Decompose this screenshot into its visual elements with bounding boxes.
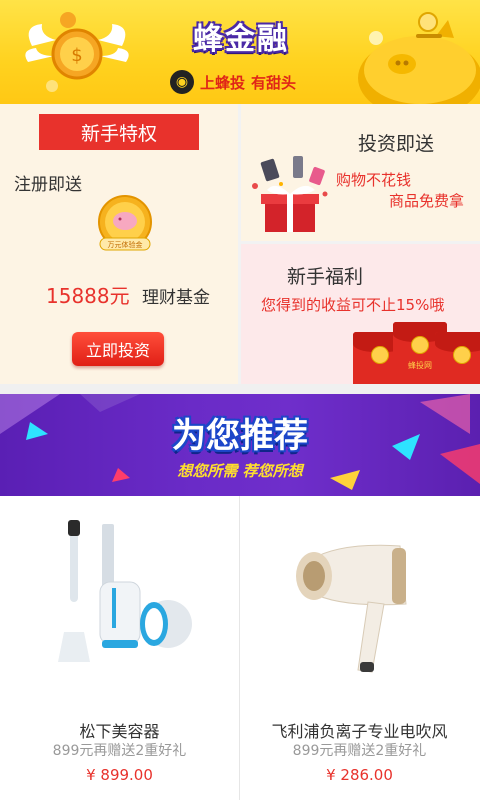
product-grid: 松下美容器 899元再赠送2重好礼 ¥ 899.00 飞利浦负离子专业电吹风 8… xyxy=(0,496,480,800)
recommend-banner[interactable]: 为您推荐 想您所需 荐您所想 xyxy=(0,394,480,496)
recommend-subtitle: 想您所需 荐您所想 xyxy=(177,462,303,480)
product-card[interactable]: 松下美容器 899元再赠送2重好礼 ¥ 899.00 xyxy=(0,496,239,800)
red-packet-icon xyxy=(435,332,480,384)
newbie-privilege-card[interactable]: 新手特权 注册即送 万元体验金 15888元 理财基金 立即投资 xyxy=(0,104,238,384)
newbie-privilege-tag: 新手特权 xyxy=(39,114,199,150)
gold-piggy-bank-icon xyxy=(358,12,480,104)
product-name: 飞利浦负离子专业电吹风 xyxy=(271,722,448,741)
product-price: ¥ 899.00 xyxy=(86,766,153,784)
invest-gift-card[interactable]: 投资即送 购物不花钱 商品免费拿 xyxy=(241,104,480,241)
gift-box-icon xyxy=(252,156,328,232)
brand-title: 蜂金融 xyxy=(193,22,289,57)
invest-gift-line1: 购物不花钱 xyxy=(336,171,412,189)
hairdryer-icon xyxy=(296,544,407,673)
product-price: ¥ 286.00 xyxy=(326,766,393,784)
slogan-part-2: 有甜头 xyxy=(251,73,297,92)
product-promo: 899元再赠送2重好礼 xyxy=(292,743,427,759)
svg-text:$: $ xyxy=(71,45,82,66)
top-banner[interactable]: $ 蜂金融 ◉ 上蜂投 有甜头 xyxy=(0,0,480,104)
product-promo: 899元再赠送2重好礼 xyxy=(52,743,187,759)
invest-gift-line2: 商品免费拿 xyxy=(389,192,465,210)
promo-section: 新手特权 注册即送 万元体验金 15888元 理财基金 立即投资 投资即送 购物… xyxy=(0,104,480,384)
invest-now-button[interactable]: 立即投资 xyxy=(72,332,164,366)
product-name: 松下美容器 xyxy=(79,722,160,741)
newbie-welfare-desc: 您得到的收益可不止15%哦 xyxy=(261,296,445,314)
winged-coin-icon: $ xyxy=(25,12,129,92)
section-gap xyxy=(0,384,480,394)
fund-label: 理财基金 xyxy=(142,288,210,308)
slogan-part-1: 上蜂投 xyxy=(200,73,246,92)
product-card[interactable]: 飞利浦负离子专业电吹风 899元再赠送2重好礼 ¥ 286.00 xyxy=(240,496,479,800)
fund-amount: 15888元 xyxy=(46,284,130,308)
newbie-welfare-title: 新手福利 xyxy=(287,266,364,288)
coin-label: 万元体验金 xyxy=(108,240,143,249)
toothbrush-icon xyxy=(58,520,192,662)
recommend-title: 为您推荐 xyxy=(172,416,308,456)
newbie-welfare-card[interactable]: 新手福利 您得到的收益可不止15%哦 蜂投网 xyxy=(241,244,480,384)
piggy-coin-icon: 万元体验金 xyxy=(98,195,152,251)
brand-slogan: ◉ 上蜂投 有甜头 xyxy=(170,68,296,96)
bee-logo-icon: ◉ xyxy=(170,70,194,94)
register-gift-text: 注册即送 xyxy=(14,175,82,195)
invest-gift-title: 投资即送 xyxy=(358,133,435,155)
